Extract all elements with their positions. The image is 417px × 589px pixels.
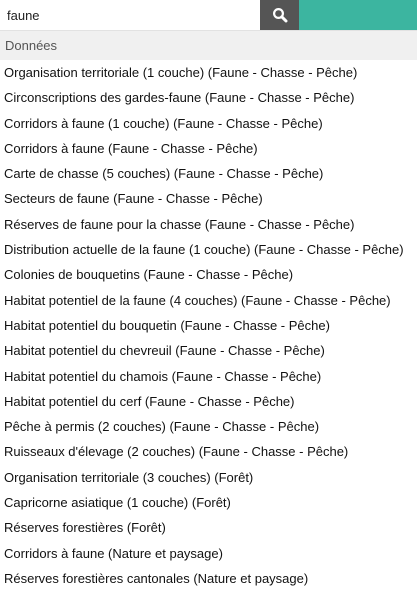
results-group-header: Données (0, 30, 417, 60)
search-icon (272, 7, 288, 23)
result-item[interactable]: Organisation territoriale (1 couche) (Fa… (0, 60, 417, 85)
result-item[interactable]: Circonscriptions des gardes-faune (Faune… (0, 85, 417, 110)
result-item[interactable]: Corridors à faune (Faune - Chasse - Pêch… (0, 136, 417, 161)
results-list: Données Organisation territoriale (1 cou… (0, 30, 417, 589)
result-item[interactable]: Habitat potentiel du cerf (Faune - Chass… (0, 389, 417, 414)
result-item[interactable]: Corridors à faune (Nature et paysage) (0, 541, 417, 566)
search-panel: Données Organisation territoriale (1 cou… (0, 0, 417, 589)
result-item[interactable]: Réserves forestières (Forêt) (0, 515, 417, 540)
search-bar (0, 0, 417, 30)
result-item[interactable]: Secteurs de faune (Faune - Chasse - Pêch… (0, 186, 417, 211)
result-item[interactable]: Habitat potentiel du bouquetin (Faune - … (0, 313, 417, 338)
result-item[interactable]: Pêche à permis (2 couches) (Faune - Chas… (0, 414, 417, 439)
result-item[interactable]: Habitat potentiel du chevreuil (Faune - … (0, 338, 417, 363)
result-item[interactable]: Corridors à faune (1 couche) (Faune - Ch… (0, 111, 417, 136)
results-items: Organisation territoriale (1 couche) (Fa… (0, 60, 417, 589)
result-item[interactable]: Capricorne asiatique (1 couche) (Forêt) (0, 490, 417, 515)
result-item[interactable]: Réserves forestières cantonales (Nature … (0, 566, 417, 589)
result-item[interactable]: Carte de chasse (5 couches) (Faune - Cha… (0, 161, 417, 186)
result-item[interactable]: Réserves de faune pour la chasse (Faune … (0, 212, 417, 237)
result-item[interactable]: Habitat potentiel de la faune (4 couches… (0, 288, 417, 313)
accent-strip (299, 0, 417, 30)
search-input[interactable] (0, 0, 260, 30)
result-item[interactable]: Habitat potentiel du chamois (Faune - Ch… (0, 364, 417, 389)
result-item[interactable]: Organisation territoriale (3 couches) (F… (0, 465, 417, 490)
result-item[interactable]: Ruisseaux d'élevage (2 couches) (Faune -… (0, 439, 417, 464)
search-button[interactable] (260, 0, 299, 30)
result-item[interactable]: Colonies de bouquetins (Faune - Chasse -… (0, 262, 417, 287)
result-item[interactable]: Distribution actuelle de la faune (1 cou… (0, 237, 417, 262)
